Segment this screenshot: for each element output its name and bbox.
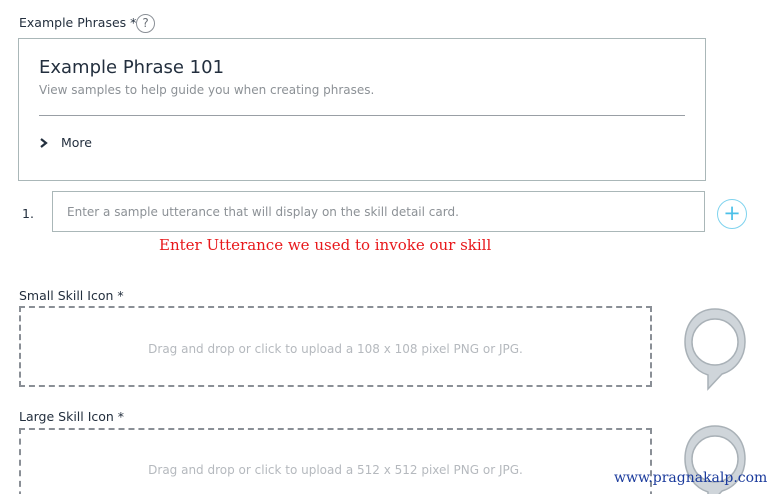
utterance-number: 1. [22,206,34,221]
large-icon-dropzone-text: Drag and drop or click to upload a 512 x… [148,463,523,477]
large-icon-dropzone[interactable]: Drag and drop or click to upload a 512 x… [19,428,652,494]
example-phrase-title: Example Phrase 101 [39,57,225,78]
add-utterance-icon[interactable]: + [717,199,747,229]
small-icon-dropzone[interactable]: Drag and drop or click to upload a 108 x… [19,306,652,387]
large-skill-icon-label: Large Skill Icon * [19,409,125,424]
small-icon-preview-icon [684,308,746,391]
small-icon-dropzone-text: Drag and drop or click to upload a 108 x… [148,342,523,356]
small-skill-icon-label: Small Skill Icon * [19,288,124,303]
more-toggle[interactable]: More [39,135,92,150]
chevron-right-icon [40,137,48,148]
divider [39,115,685,116]
example-phrase-card: Example Phrase 101 View samples to help … [18,38,706,181]
example-phrase-subtitle: View samples to help guide you when crea… [39,83,375,97]
more-label: More [61,135,92,150]
example-phrases-label: Example Phrases * [19,15,137,30]
help-icon[interactable]: ? [136,14,155,33]
watermark: www.pragnakalp.com [614,470,768,486]
annotation-text: Enter Utterance we used to invoke our sk… [159,236,492,254]
utterance-input[interactable] [52,191,705,232]
